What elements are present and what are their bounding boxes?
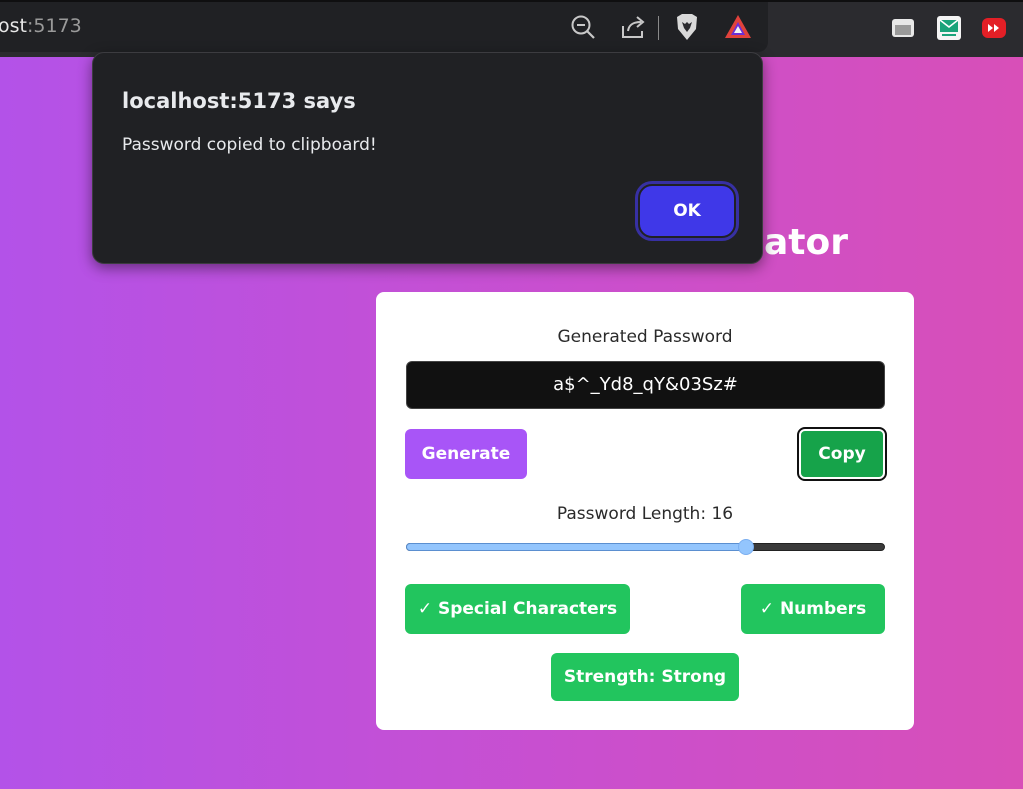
special-characters-toggle[interactable]: ✓ Special Characters	[405, 584, 630, 634]
brave-shields-icon[interactable]	[674, 13, 700, 41]
dialog-message: Password copied to clipboard!	[122, 135, 377, 155]
slider-thumb[interactable]	[738, 539, 754, 555]
brave-rewards-icon[interactable]	[724, 13, 752, 41]
slider-fill	[406, 543, 746, 551]
password-length-slider[interactable]	[406, 539, 885, 555]
zoom-out-icon[interactable]	[570, 14, 596, 40]
numbers-toggle[interactable]: ✓ Numbers	[741, 584, 885, 634]
generate-button[interactable]: Generate	[405, 429, 527, 479]
dialog-title: localhost:5173 says	[122, 89, 356, 113]
password-length-label: Password Length: 16	[556, 504, 734, 524]
mail-extension-icon[interactable]	[936, 15, 962, 41]
browser-toolbar: ost:5173	[0, 0, 1023, 57]
url-text[interactable]: ost:5173	[0, 15, 82, 37]
url-host: ost	[0, 15, 27, 37]
ok-button[interactable]: OK	[638, 184, 736, 238]
share-icon[interactable]	[620, 14, 648, 40]
strength-badge: Strength: Strong	[551, 653, 739, 701]
youtube-extension-icon[interactable]	[981, 16, 1007, 40]
password-output[interactable]: a$^_Yd8_qY&03Sz#	[406, 361, 885, 409]
url-port: :5173	[26, 15, 82, 37]
generated-password-label: Generated Password	[557, 327, 733, 347]
address-bar[interactable]: ost:5173	[0, 2, 768, 52]
tab-icon[interactable]	[890, 16, 916, 40]
toolbar-separator	[658, 16, 659, 40]
alert-dialog: localhost:5173 says Password copied to c…	[92, 52, 763, 264]
generator-card: Generated Password a$^_Yd8_qY&03Sz# Gene…	[376, 292, 914, 730]
copy-button[interactable]: Copy	[797, 427, 887, 481]
